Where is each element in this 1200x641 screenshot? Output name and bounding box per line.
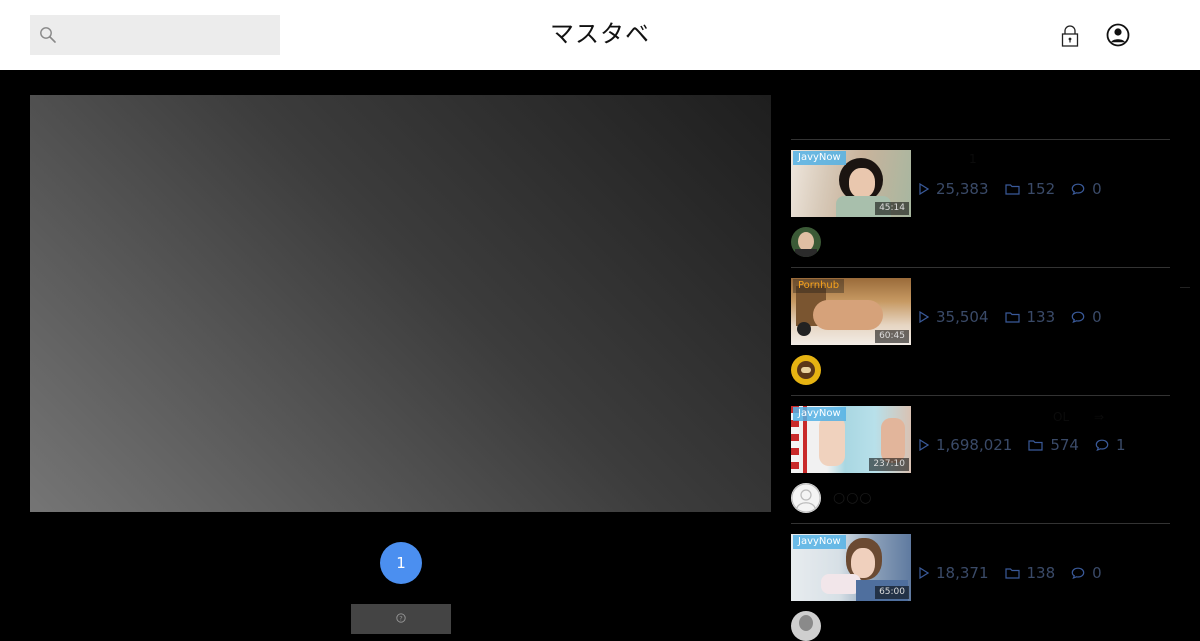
video-stats: 35,504 133 0 bbox=[919, 307, 1118, 327]
source-badge: JavyNow bbox=[793, 151, 846, 165]
source-badge: Pornhub bbox=[793, 279, 845, 293]
comment-icon bbox=[1071, 567, 1085, 579]
view-count: 35,504 bbox=[936, 308, 989, 326]
comment-icon bbox=[1071, 183, 1085, 195]
scroll-indicator bbox=[1180, 287, 1190, 288]
video-duration: 65:00 bbox=[875, 586, 909, 599]
play-icon bbox=[919, 311, 929, 323]
folder-icon bbox=[1004, 184, 1020, 195]
video-duration: 237:10 bbox=[869, 458, 909, 471]
video-thumbnail[interactable]: Pornhub 60:45 bbox=[791, 278, 911, 345]
divider bbox=[791, 267, 1170, 268]
default-avatar-icon bbox=[791, 483, 821, 513]
video-title-arrow[interactable]: ⇒ bbox=[1094, 410, 1104, 424]
video-duration: 45:14 bbox=[875, 202, 909, 215]
video-stats: 1,698,021 574 1 bbox=[919, 435, 1142, 455]
video-thumbnail[interactable]: JavyNow 65:00 bbox=[791, 534, 911, 601]
video-stats: 25,383 152 0 bbox=[919, 179, 1118, 199]
avatar[interactable] bbox=[791, 611, 821, 641]
favorite-count: 574 bbox=[1050, 436, 1079, 454]
play-icon bbox=[919, 567, 929, 579]
folder-icon bbox=[1004, 568, 1020, 579]
comment-count: 0 bbox=[1092, 180, 1102, 198]
video-duration: 60:45 bbox=[875, 330, 909, 343]
related-videos-sidebar: JavyNow 45:14 1 25,383 152 0 Pornhub 60:… bbox=[791, 0, 1170, 641]
divider bbox=[791, 523, 1170, 524]
play-icon bbox=[919, 183, 929, 195]
avatar[interactable] bbox=[791, 355, 821, 385]
divider bbox=[791, 395, 1170, 396]
folder-icon bbox=[1004, 312, 1020, 323]
video-player[interactable] bbox=[30, 95, 771, 512]
comment-count: 1 bbox=[1115, 436, 1126, 454]
help-icon: ? bbox=[396, 613, 406, 623]
svg-text:?: ? bbox=[399, 614, 402, 622]
video-thumbnail[interactable]: JavyNow 45:14 bbox=[791, 150, 911, 217]
source-badge: JavyNow bbox=[793, 407, 846, 421]
comment-icon bbox=[1095, 439, 1109, 451]
search-icon[interactable] bbox=[39, 26, 57, 44]
comment-icon bbox=[1071, 311, 1085, 323]
view-count: 18,371 bbox=[936, 564, 989, 582]
video-stats: 18,371 138 0 bbox=[919, 563, 1118, 583]
favorite-count: 152 bbox=[1026, 180, 1056, 198]
comment-count: 0 bbox=[1092, 308, 1102, 326]
uploader-name[interactable]: ○○○ bbox=[833, 490, 873, 506]
divider bbox=[791, 139, 1170, 140]
play-icon bbox=[919, 439, 929, 451]
favorite-count: 133 bbox=[1026, 308, 1056, 326]
site-logo[interactable]: マスタベ bbox=[520, 18, 680, 50]
source-badge: JavyNow bbox=[793, 535, 846, 549]
comment-count: 0 bbox=[1092, 564, 1102, 582]
video-title[interactable]: OL bbox=[1053, 410, 1069, 424]
view-count: 25,383 bbox=[936, 180, 989, 198]
view-count: 1,698,021 bbox=[936, 436, 1013, 454]
avatar[interactable] bbox=[791, 483, 821, 513]
favorite-count: 138 bbox=[1026, 564, 1056, 582]
avatar[interactable] bbox=[791, 227, 821, 257]
folder-icon bbox=[1028, 440, 1043, 451]
pagination-current-page[interactable]: 1 bbox=[380, 542, 422, 584]
video-title[interactable]: 1 bbox=[969, 152, 977, 166]
search-input[interactable] bbox=[30, 15, 280, 55]
video-thumbnail[interactable]: JavyNow 237:10 bbox=[791, 406, 911, 473]
